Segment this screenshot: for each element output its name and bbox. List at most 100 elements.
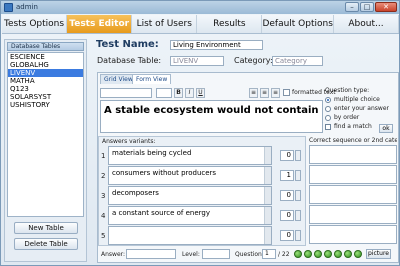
answer-text-field[interactable] [108, 226, 272, 245]
answer-number: 4 [101, 212, 106, 220]
answer-score-field[interactable]: 0 [280, 190, 294, 201]
picture-button[interactable]: picture [366, 249, 391, 259]
minimize-button[interactable]: – [345, 2, 359, 12]
close-button[interactable]: ✕ [375, 2, 397, 12]
database-tables-header: Database Tables [7, 42, 84, 51]
correct-sequence-field[interactable] [309, 205, 397, 224]
ok-button[interactable]: ok [379, 124, 393, 133]
correct-sequence-field[interactable] [309, 145, 397, 164]
answer-text-field[interactable]: a constant source of energy [108, 206, 272, 225]
checkbox-label: find a match [334, 123, 372, 130]
italic-button[interactable]: I [185, 88, 194, 98]
answer-row: 4 a constant source of energy 0 [101, 206, 304, 226]
list-item[interactable]: ESCIENCE [8, 53, 83, 61]
last-question-icon[interactable] [324, 250, 332, 258]
radio-label: enter your answer [334, 105, 389, 112]
test-name-label: Test Name: [96, 39, 159, 50]
font-size-select[interactable] [156, 88, 172, 98]
level-field[interactable] [202, 249, 230, 259]
format-toolbar: B I U ≡ ≡ ≡ formatted text [100, 88, 336, 98]
answer-number: 1 [101, 152, 106, 160]
radio-multiple-choice[interactable]: multiple choice [325, 95, 397, 104]
tab-results[interactable]: Results [197, 15, 263, 33]
answer-score-field[interactable]: 0 [280, 150, 294, 161]
tab-about[interactable]: About... [334, 15, 400, 33]
score-spinner[interactable] [295, 150, 301, 161]
checkbox-icon [325, 123, 331, 130]
correct-sequence-field[interactable] [309, 185, 397, 204]
radio-label: multiple choice [334, 96, 380, 103]
delete-question-icon[interactable] [344, 250, 352, 258]
score-spinner[interactable] [295, 230, 301, 241]
test-name-field[interactable]: Living Environment [170, 40, 263, 50]
align-center-icon[interactable]: ≡ [260, 88, 269, 98]
answer-scrollbar[interactable] [264, 227, 271, 244]
tab-default-options[interactable]: Default Options [262, 15, 334, 33]
database-tables-list[interactable]: ESCIENCE GLOBALHG LIVENV MATHA Q123 SOLA… [7, 52, 84, 217]
correct-sequence-field[interactable] [309, 165, 397, 184]
formatted-text-checkbox[interactable] [283, 89, 290, 96]
align-right-icon[interactable]: ≡ [271, 88, 280, 98]
correct-sequence-title: Correct sequence or 2nd category [309, 137, 397, 144]
title-bar: admin – □ ✕ [1, 1, 399, 14]
answer-row: 5 0 [101, 226, 304, 246]
tab-tests-editor[interactable]: Tests Editor [67, 15, 133, 33]
answer-scrollbar[interactable] [264, 147, 271, 164]
answer-score-field[interactable]: 1 [280, 170, 294, 181]
database-table-field[interactable]: LIVENV [170, 56, 224, 66]
score-spinner[interactable] [295, 210, 301, 221]
main-tabs: Tests Options Tests Editor List of Users… [2, 15, 400, 34]
radio-icon [325, 114, 331, 121]
score-spinner[interactable] [295, 190, 301, 201]
category-field[interactable]: Category [272, 56, 323, 66]
tab-form-view[interactable]: Form View [132, 74, 172, 84]
correct-sequence-field[interactable] [309, 225, 397, 244]
bold-button[interactable]: B [174, 88, 183, 98]
answer-text-field[interactable]: consumers without producers [108, 166, 272, 185]
new-table-button[interactable]: New Table [14, 222, 78, 234]
underline-button[interactable]: U [196, 88, 205, 98]
answer-scrollbar[interactable] [264, 207, 271, 224]
question-type-title: Question type: [325, 87, 370, 94]
next-question-icon[interactable] [314, 250, 322, 258]
radio-label: by order [334, 114, 360, 121]
answers-panel: Answers variants: 1 materials being cycl… [98, 136, 306, 246]
question-type-group: Question type: multiple choice enter you… [325, 87, 397, 135]
delete-table-button[interactable]: Delete Table [14, 238, 78, 250]
radio-icon [325, 96, 331, 103]
previous-question-icon[interactable] [304, 250, 312, 258]
answer-score-field[interactable]: 0 [280, 230, 294, 241]
answer-scrollbar[interactable] [264, 187, 271, 204]
answer-field[interactable] [126, 249, 176, 259]
list-item[interactable]: LIVENV [8, 69, 83, 77]
save-question-icon[interactable] [354, 250, 362, 258]
list-item[interactable]: USHISTORY [8, 101, 83, 109]
list-item[interactable]: SOLARSYST [8, 93, 83, 101]
first-question-icon[interactable] [294, 250, 302, 258]
answer-number: 3 [101, 192, 106, 200]
font-select[interactable] [100, 88, 152, 98]
add-question-icon[interactable] [334, 250, 342, 258]
question-text-field[interactable]: A stable ecosystem would not contain [100, 100, 323, 133]
tab-list-of-users[interactable]: List of Users [132, 15, 198, 33]
answer-scrollbar[interactable] [264, 167, 271, 184]
tab-tests-options[interactable]: Tests Options [2, 15, 68, 33]
question-number-field[interactable]: 1 [262, 249, 276, 259]
align-left-icon[interactable]: ≡ [249, 88, 258, 98]
radio-enter-your-answer[interactable]: enter your answer [325, 104, 397, 113]
maximize-button[interactable]: □ [360, 2, 374, 12]
app-icon [4, 3, 13, 12]
answer-number: 5 [101, 232, 106, 240]
list-item[interactable]: MATHA [8, 77, 83, 85]
answer-text-field[interactable]: materials being cycled [108, 146, 272, 165]
list-item[interactable]: Q123 [8, 85, 83, 93]
answer-score-field[interactable]: 0 [280, 210, 294, 221]
score-spinner[interactable] [295, 170, 301, 181]
list-item[interactable]: GLOBALHG [8, 61, 83, 69]
radio-by-order[interactable]: by order [325, 113, 397, 122]
answer-row: 1 materials being cycled 0 [101, 146, 304, 166]
database-tables-panel: Database Tables ESCIENCE GLOBALHG LIVENV… [4, 39, 87, 262]
answer-text-field[interactable]: decomposers [108, 186, 272, 205]
answer-number: 2 [101, 172, 106, 180]
level-label: Level: [182, 251, 200, 258]
